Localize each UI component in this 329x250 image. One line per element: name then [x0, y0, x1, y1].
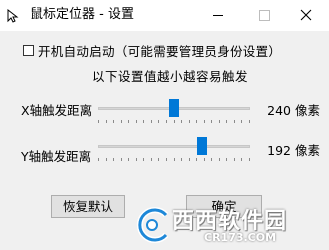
slider-ticks: [98, 158, 250, 162]
slider-tick: [98, 120, 99, 123]
slider-tick: [241, 120, 242, 123]
slider-tick: [158, 120, 159, 123]
slider-track[interactable]: [98, 145, 250, 148]
slider-tick: [181, 120, 182, 123]
y-distance-slider[interactable]: [94, 132, 254, 162]
y-distance-value: 192 像素: [267, 143, 320, 158]
window-title: 鼠标定位器 - 设置: [30, 7, 134, 22]
slider-tick: [196, 120, 197, 123]
slider-tick: [166, 158, 167, 161]
slider-tick: [226, 158, 227, 161]
x-distance-slider[interactable]: [94, 94, 254, 124]
slider-tick: [98, 158, 99, 161]
slider-tick: [241, 158, 242, 161]
slider-tick: [196, 158, 197, 161]
slider-tick: [166, 120, 167, 123]
settings-window: 鼠标定位器 - 设置 开机自动启动（可能需要管理员身份设置） 以下设置值越小越容…: [0, 0, 329, 250]
slider-tick: [128, 158, 129, 161]
slider-tick: [106, 158, 107, 161]
slider-tick: [204, 158, 205, 161]
slider-tick: [219, 120, 220, 123]
y-distance-label: Y轴触发距离: [21, 149, 92, 164]
watermark-logo-icon: [136, 207, 169, 243]
autostart-checkbox[interactable]: [23, 45, 34, 56]
close-button[interactable]: [283, 0, 329, 31]
slider-tick: [113, 120, 114, 123]
slider-tick: [189, 158, 190, 161]
watermark: 西西软件园 CR173.COM: [132, 203, 327, 249]
slider-tick: [158, 158, 159, 161]
slider-tick: [151, 120, 152, 123]
autostart-checkbox-row[interactable]: 开机自动启动（可能需要管理员身份设置）: [23, 41, 281, 60]
slider-tick: [143, 158, 144, 161]
slider-thumb[interactable]: [169, 99, 179, 117]
minimize-icon: [213, 15, 223, 16]
slider-tick: [181, 158, 182, 161]
slider-tick: [143, 120, 144, 123]
slider-tick: [174, 120, 175, 123]
slider-tick: [128, 120, 129, 123]
slider-tick: [226, 120, 227, 123]
autostart-label[interactable]: 开机自动启动（可能需要管理员身份设置）: [38, 41, 281, 60]
minimize-button[interactable]: [195, 0, 241, 31]
slider-tick: [189, 120, 190, 123]
slider-tick: [211, 120, 212, 123]
reset-defaults-button[interactable]: 恢复默认: [51, 195, 125, 218]
slider-tick: [121, 158, 122, 161]
slider-tick: [113, 158, 114, 161]
slider-tick: [136, 158, 137, 161]
watermark-url: CR173.COM: [204, 231, 277, 244]
threshold-hint: 以下设置值越小越容易触发: [92, 69, 249, 84]
slider-tick: [204, 120, 205, 123]
slider-thumb[interactable]: [197, 137, 208, 155]
close-icon: [300, 9, 312, 21]
cursor-icon: [7, 9, 19, 23]
maximize-icon: [259, 10, 270, 21]
slider-tick: [211, 158, 212, 161]
x-distance-value: 240 像素: [267, 103, 320, 118]
slider-tick: [106, 120, 107, 123]
slider-tick: [219, 158, 220, 161]
x-distance-label: X轴触发距离: [21, 103, 93, 118]
slider-tick: [174, 158, 175, 161]
title-bar[interactable]: 鼠标定位器 - 设置: [0, 0, 329, 31]
slider-tick: [234, 158, 235, 161]
maximize-button[interactable]: [241, 0, 287, 31]
slider-tick: [121, 120, 122, 123]
slider-tick: [136, 120, 137, 123]
slider-tick: [249, 120, 250, 123]
slider-tick: [234, 120, 235, 123]
slider-tick: [151, 158, 152, 161]
slider-ticks: [98, 120, 250, 124]
